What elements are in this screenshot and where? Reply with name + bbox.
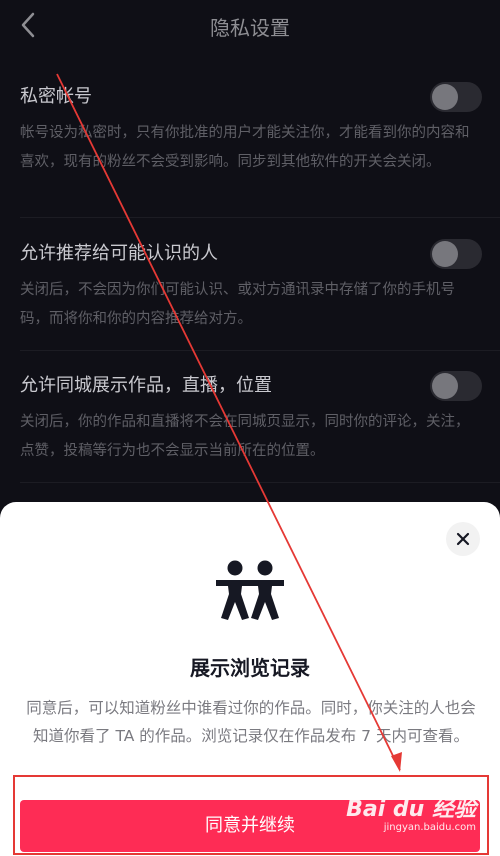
- annotation-arrow: [56, 73, 402, 772]
- baidu-jingyan-watermark: Bai du 经验 jingyan.baidu.com: [346, 798, 476, 834]
- watermark-url: jingyan.baidu.com: [383, 822, 476, 833]
- watermark-logo: Bai du 经验: [346, 797, 476, 822]
